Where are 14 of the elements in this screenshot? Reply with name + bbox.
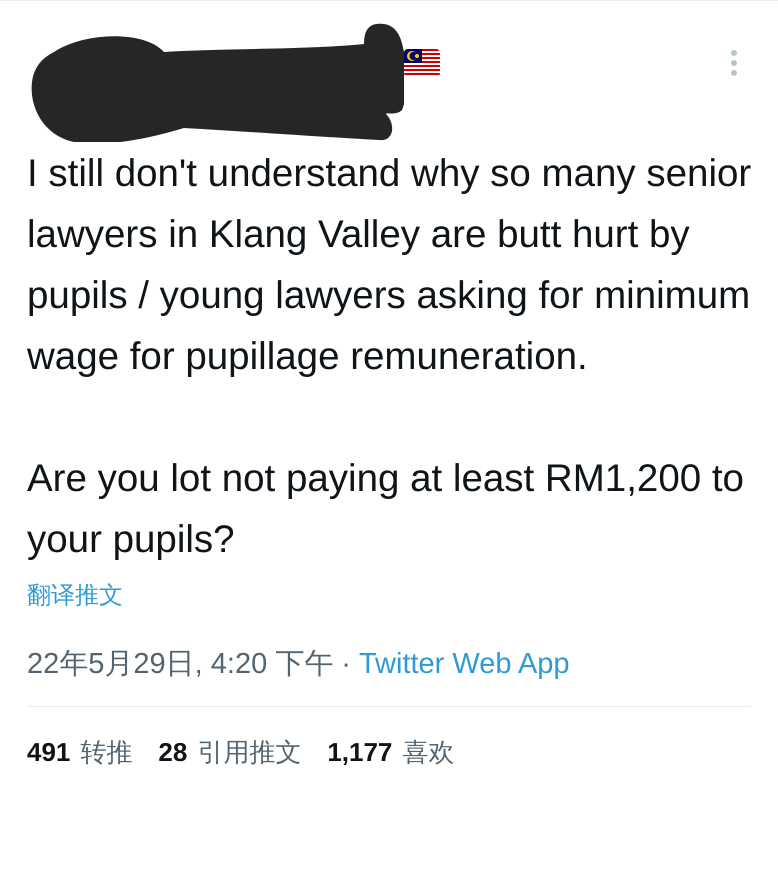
separator: · — [341, 647, 351, 682]
more-options-icon[interactable] — [730, 50, 738, 76]
stat-count: 1,177 — [327, 736, 392, 769]
timestamp: 22年5月29日, 4:20 下午 — [27, 647, 334, 682]
stat-count: 28 — [158, 736, 188, 769]
stat-count: 491 — [27, 736, 70, 769]
tweet-text: I still don't understand why so many senior lawyers in Klang Valley are butt hurt by pupils / young lawyers asking for minimum wage for pupillage remuneration. — [27, 151, 752, 380]
stat-label[interactable]: 转推 — [80, 735, 132, 769]
stat-label[interactable]: 喜欢 — [402, 735, 454, 769]
stat-label[interactable]: 引用推文 — [197, 735, 302, 769]
malaysia-flag-icon — [404, 49, 440, 77]
tweet-text: Are you lot not paying at least RM1,200 to your pupils? — [27, 456, 745, 563]
translate-link[interactable]: 翻译推文 — [27, 580, 751, 612]
source-link[interactable]: Twitter Web App — [358, 646, 570, 682]
